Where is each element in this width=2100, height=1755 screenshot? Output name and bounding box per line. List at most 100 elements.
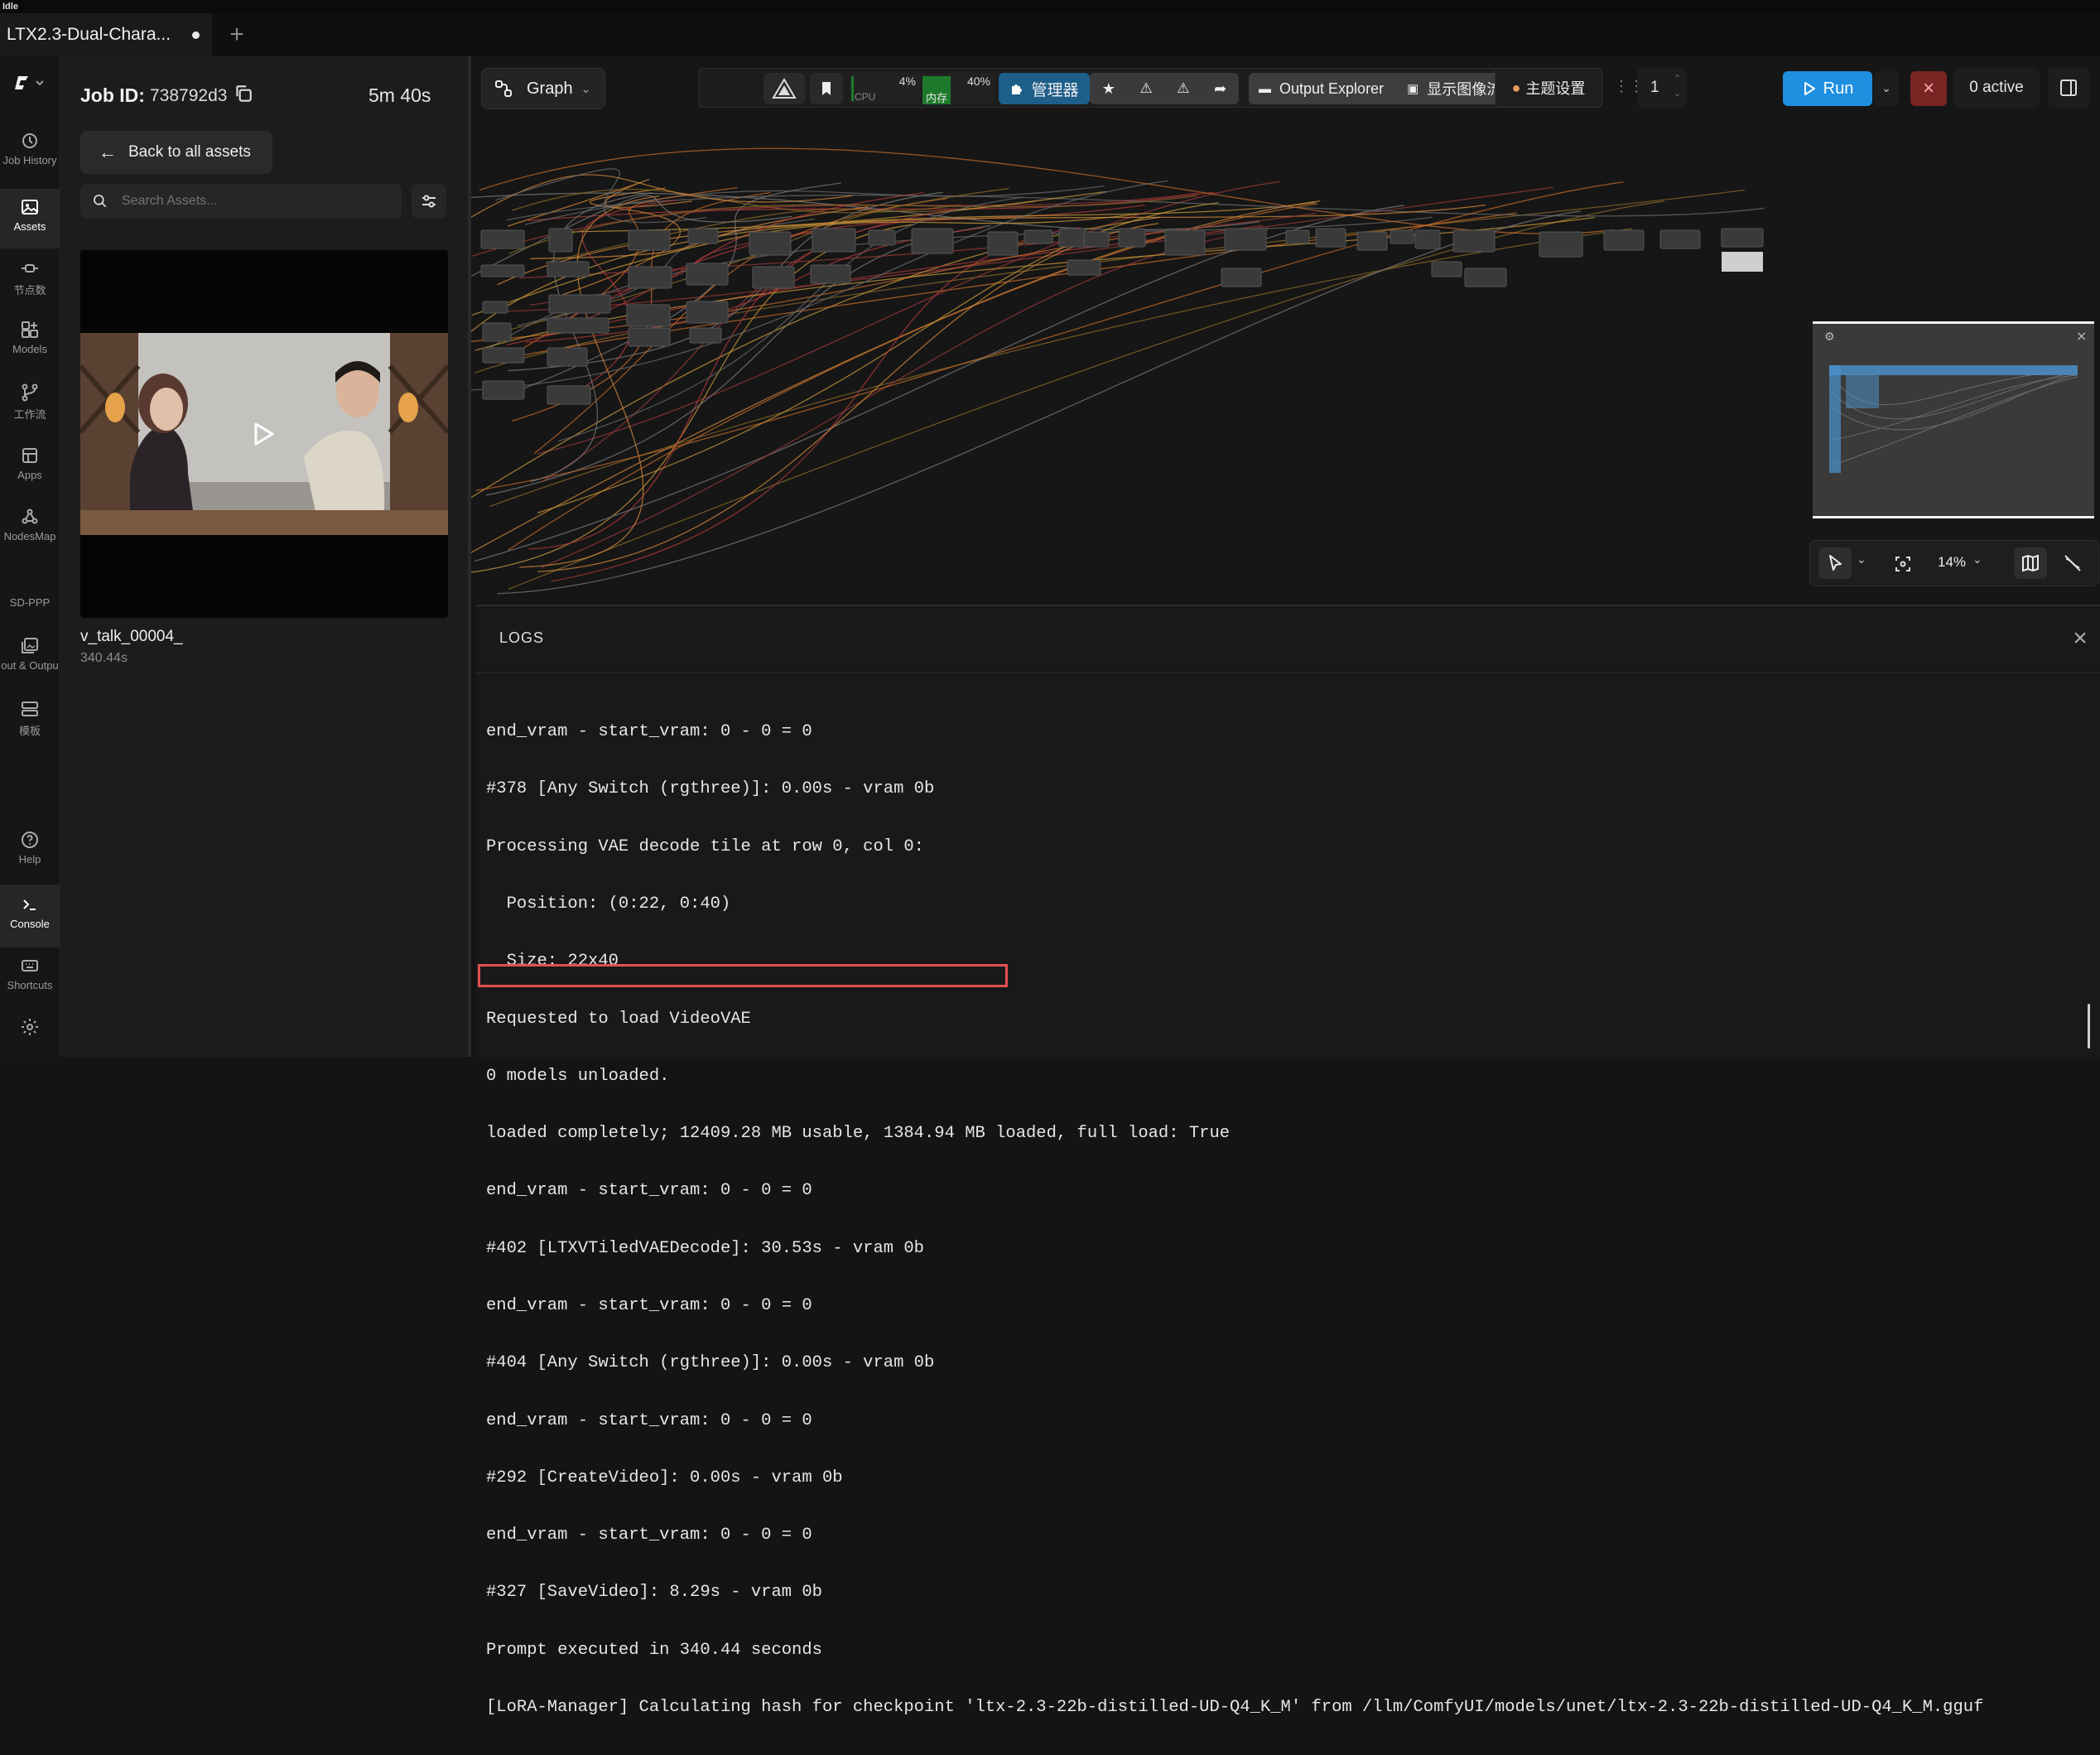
sidebar-item-settings[interactable] (0, 1017, 60, 1050)
graph-node[interactable] (626, 304, 671, 327)
graph-node[interactable] (1067, 259, 1101, 276)
graph-node[interactable] (1539, 231, 1583, 258)
graph-node[interactable] (482, 380, 525, 400)
graph-node[interactable] (1390, 229, 1414, 244)
graph-node[interactable] (686, 301, 729, 324)
close-logs-icon[interactable]: × (2066, 624, 2094, 653)
sidebar-item-job-history[interactable]: Job History (0, 131, 60, 181)
graph-node[interactable] (1083, 231, 1110, 248)
graph-node[interactable] (749, 231, 792, 256)
run-options-dropdown[interactable]: ⌄ (1874, 71, 1899, 106)
graph-node[interactable] (911, 228, 954, 254)
graph-node[interactable] (1164, 229, 1206, 256)
graph-node[interactable] (1464, 268, 1507, 287)
preview-node-image[interactable] (1722, 252, 1763, 272)
graph-node[interactable] (547, 317, 609, 334)
minimap-settings-icon[interactable]: ⚙ (1824, 330, 1835, 344)
sidebar-item-node-count[interactable]: 节点数 (0, 258, 60, 308)
active-count-label: 0 active (1969, 79, 2024, 96)
graph-node[interactable] (1721, 228, 1764, 248)
graph-node[interactable] (752, 266, 795, 289)
log-scrollbar[interactable] (2088, 1004, 2090, 1049)
minimap-toggle-button[interactable] (2014, 547, 2047, 579)
hide-links-icon[interactable] (2062, 552, 2083, 574)
sidebar-item-models[interactable]: Models (0, 320, 60, 369)
sidebar-item-nodesmap[interactable]: NodesMap (0, 507, 60, 557)
graph-node[interactable] (1058, 228, 1086, 248)
fit-view-icon[interactable] (1893, 554, 1913, 574)
sidebar-item-workflows[interactable]: 工作流 (0, 383, 60, 432)
graph-node[interactable] (628, 327, 671, 347)
sidebar-item-input-output[interactable]: out & Outpu (0, 636, 60, 686)
new-tab-button[interactable]: + (222, 20, 252, 50)
graph-node[interactable] (547, 261, 590, 277)
sidebar-item-shortcuts[interactable]: Shortcuts (0, 956, 60, 1005)
graph-node[interactable] (1315, 228, 1346, 248)
graph-node[interactable] (480, 229, 525, 249)
graph-node[interactable] (689, 327, 722, 344)
select-tool-button[interactable] (1818, 547, 1852, 579)
graph-node[interactable] (1118, 228, 1146, 248)
sidebar-item-label: Assets (13, 220, 46, 233)
node-graph[interactable] (471, 56, 1796, 603)
chevron-down-icon[interactable]: ⌄ (1972, 552, 1982, 567)
graph-node[interactable] (1452, 229, 1496, 253)
graph-node[interactable] (628, 266, 672, 289)
comfy-logo-menu[interactable] (0, 73, 60, 96)
minimap[interactable]: ⚙ × (1813, 321, 2094, 518)
run-button[interactable]: Run (1783, 71, 1872, 106)
workflow-tab[interactable]: LTX2.3-Dual-Chara... (0, 13, 212, 56)
graph-node[interactable] (1224, 228, 1267, 251)
chevron-down-icon[interactable]: ⌄ (1857, 552, 1866, 567)
graph-node[interactable] (1603, 229, 1645, 251)
cancel-run-button[interactable]: × (1910, 71, 1947, 106)
graph-node[interactable] (548, 294, 611, 314)
graph-node[interactable] (1431, 261, 1462, 277)
template-icon (22, 702, 38, 716)
log-line: end_vram - start_vram: 0 - 0 = 0 (486, 1296, 812, 1315)
graph-node[interactable] (686, 263, 729, 286)
graph-node[interactable] (482, 347, 525, 364)
graph-node[interactable] (1221, 268, 1262, 287)
play-icon[interactable] (246, 417, 279, 451)
graph-node[interactable] (547, 385, 591, 405)
graph-node[interactable] (482, 322, 512, 342)
graph-node[interactable] (482, 301, 508, 314)
minimap-preview: ⚙ × (1824, 328, 2087, 473)
log-output[interactable]: end_vram - start_vram: 0 - 0 = 0 #378 [A… (486, 684, 2084, 1755)
graph-node[interactable] (480, 264, 525, 277)
toggle-panel-button[interactable] (2048, 68, 2089, 108)
map-icon (2022, 554, 2039, 572)
sidebar-item-console[interactable]: Console (0, 885, 60, 947)
queue-status-button[interactable]: 0 active (1953, 68, 2040, 108)
copy-icon[interactable] (233, 83, 254, 104)
job-id-label: Job ID: (80, 84, 145, 106)
sidebar-item-assets[interactable]: Assets (0, 189, 60, 248)
graph-node[interactable] (1024, 229, 1053, 244)
graph-node[interactable] (812, 228, 856, 253)
filter-button[interactable] (412, 184, 446, 219)
graph-node[interactable] (868, 229, 896, 246)
minimap-close-icon[interactable]: × (2076, 328, 2087, 344)
graph-node[interactable] (548, 228, 573, 253)
back-to-assets-button[interactable]: ← Back to all assets (80, 131, 272, 174)
graph-node[interactable] (1659, 229, 1701, 249)
log-line: Requested to load VideoVAE (486, 1009, 751, 1029)
graph-node[interactable] (987, 231, 1019, 256)
graph-node[interactable] (687, 228, 719, 244)
zoom-level[interactable]: 14% (1938, 554, 1966, 571)
sidebar-item-apps[interactable]: Apps (0, 446, 60, 495)
sidebar-item-sd-ppp[interactable]: SD-PPP (0, 596, 60, 621)
graph-node[interactable] (628, 229, 671, 251)
graph-node[interactable] (547, 347, 588, 367)
graph-node[interactable] (810, 264, 851, 284)
graph-node[interactable] (1414, 229, 1441, 249)
asset-duration: 340.44s (80, 651, 128, 665)
search-assets-input[interactable] (120, 193, 372, 210)
sidebar-item-help[interactable]: Help (0, 830, 60, 880)
graph-node[interactable] (1356, 231, 1388, 251)
graph-canvas[interactable]: Graph ⌄ CPU 4% 内存 40% 管理器 ★ ⚠ ⚠ ➦ ▬ Outp… (471, 56, 2100, 603)
graph-node[interactable] (1285, 229, 1310, 244)
sidebar-item-templates[interactable]: 模板 (0, 699, 60, 749)
asset-video-thumbnail[interactable] (80, 250, 448, 618)
